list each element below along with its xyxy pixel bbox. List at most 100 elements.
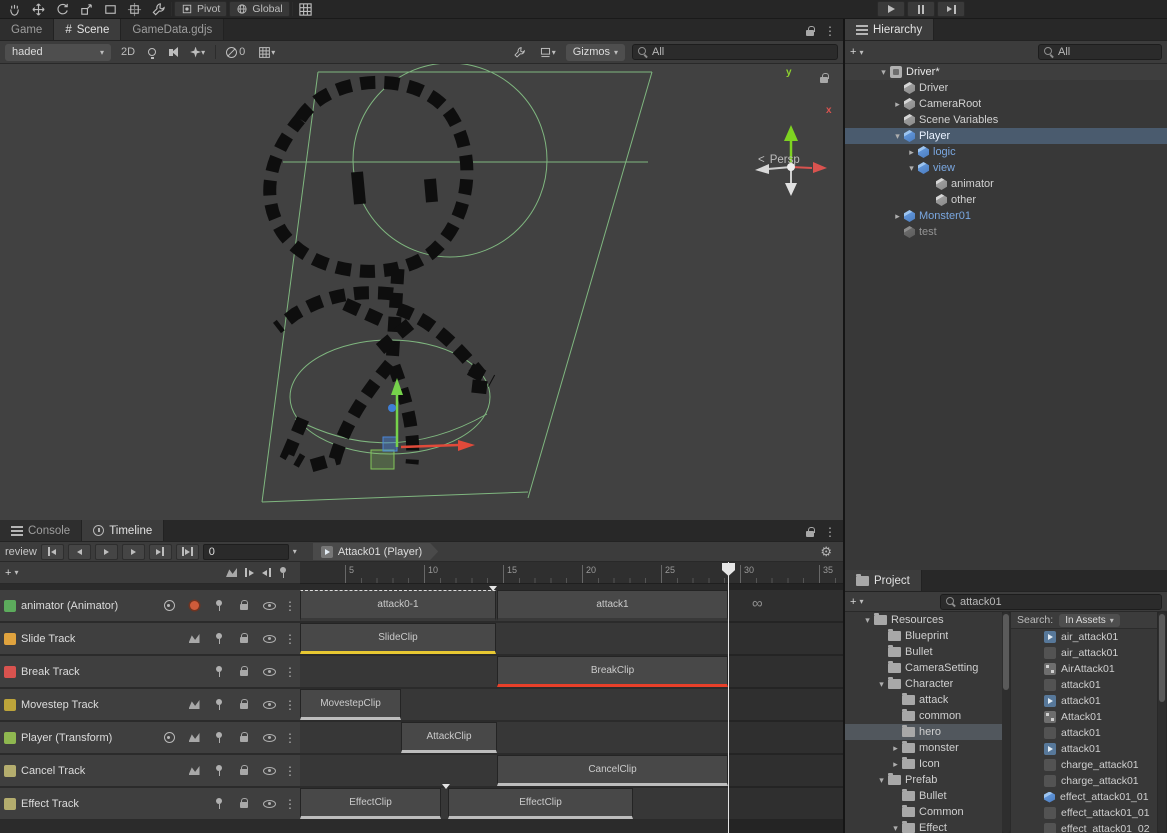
- hierarchy-item[interactable]: animator: [845, 176, 1167, 192]
- lock-icon[interactable]: [806, 26, 815, 37]
- timeline-ruler[interactable]: 5 10 15 20 25 30 35: [300, 562, 843, 584]
- expand-arrow-icon[interactable]: ▸: [905, 144, 918, 160]
- track-menu-icon[interactable]: ⋮: [284, 599, 296, 613]
- mute-eye-icon[interactable]: [263, 668, 276, 676]
- goto-start-button[interactable]: [41, 544, 64, 560]
- folder-row[interactable]: Blueprint: [845, 628, 1002, 644]
- tab-scene[interactable]: # Scene: [54, 19, 121, 40]
- effects-dropdown[interactable]: ▾: [187, 44, 208, 61]
- hidden-objects-toggle[interactable]: 0: [223, 44, 248, 61]
- pin-icon[interactable]: [215, 798, 223, 809]
- track-header-effect[interactable]: Effect Track ⋮: [0, 788, 300, 819]
- curves-view-icon[interactable]: [226, 568, 237, 577]
- track-header-break[interactable]: Break Track ⋮: [0, 656, 300, 687]
- result-row[interactable]: air_attack01: [1011, 645, 1157, 661]
- pivot-toggle[interactable]: Pivot: [174, 1, 227, 17]
- clip-movestep[interactable]: MovestepClip: [300, 689, 401, 720]
- scrollbar-thumb[interactable]: [1159, 614, 1165, 702]
- add-track-button[interactable]: +▾: [5, 567, 18, 579]
- lock-icon[interactable]: [240, 600, 249, 611]
- clip-attack1[interactable]: attack1: [497, 590, 728, 621]
- mute-eye-icon[interactable]: [263, 800, 276, 808]
- mute-eye-icon[interactable]: [263, 734, 276, 742]
- move-tool-button[interactable]: [27, 1, 49, 17]
- curves-icon[interactable]: [189, 700, 200, 709]
- clip-break[interactable]: BreakClip: [497, 656, 728, 687]
- folder-row[interactable]: common: [845, 708, 1002, 724]
- rotate-tool-button[interactable]: [51, 1, 73, 17]
- folder-row[interactable]: ▾Prefab: [845, 772, 1002, 788]
- track-menu-icon[interactable]: ⋮: [284, 698, 296, 712]
- lock-icon[interactable]: [240, 633, 249, 644]
- hierarchy-item[interactable]: ▾ view: [845, 160, 1167, 176]
- lock-icon[interactable]: [240, 765, 249, 776]
- folder-row[interactable]: ▾Resources: [845, 612, 1002, 628]
- tab-hierarchy[interactable]: Hierarchy: [845, 19, 934, 40]
- hierarchy-item[interactable]: other: [845, 192, 1167, 208]
- tab-gamedata[interactable]: GameData.gdjs: [121, 19, 224, 40]
- clip-slide[interactable]: SlideClip: [300, 623, 496, 654]
- pin-icon[interactable]: [215, 633, 223, 644]
- result-row[interactable]: attack01: [1011, 725, 1157, 741]
- frame-dropdown-icon[interactable]: ▾: [293, 547, 297, 556]
- hierarchy-search[interactable]: [1038, 44, 1162, 60]
- play-range-button[interactable]: [176, 544, 199, 560]
- view-tool-button[interactable]: [3, 1, 25, 17]
- play-button[interactable]: [877, 1, 905, 17]
- folder-row[interactable]: Common: [845, 804, 1002, 820]
- folder-row[interactable]: ▾Character: [845, 676, 1002, 692]
- clip-attack[interactable]: AttackClip: [401, 722, 497, 753]
- expand-arrow-icon[interactable]: ▾: [905, 160, 918, 176]
- pause-button[interactable]: [907, 1, 935, 17]
- result-row[interactable]: attack01: [1011, 693, 1157, 709]
- expand-arrow-icon[interactable]: ▾: [877, 64, 890, 80]
- track-header-cancel[interactable]: Cancel Track ⋮: [0, 755, 300, 786]
- audio-toggle[interactable]: [166, 44, 180, 61]
- hierarchy-search-input[interactable]: [1058, 46, 1156, 58]
- folder-row[interactable]: attack: [845, 692, 1002, 708]
- grid-snap-button[interactable]: [295, 1, 317, 17]
- hierarchy-item[interactable]: test: [845, 224, 1167, 240]
- curves-icon[interactable]: [189, 733, 200, 742]
- hierarchy-item[interactable]: Driver: [845, 80, 1167, 96]
- result-row[interactable]: Attack01: [1011, 709, 1157, 725]
- preview-toggle[interactable]: review: [5, 546, 37, 558]
- folder-row[interactable]: Bullet: [845, 644, 1002, 660]
- curves-icon[interactable]: [189, 634, 200, 643]
- expand-arrow-icon[interactable]: ▸: [889, 740, 902, 756]
- mute-eye-icon[interactable]: [263, 767, 276, 775]
- hierarchy-item[interactable]: ▸ Monster01: [845, 208, 1167, 224]
- search-scope-dropdown[interactable]: In Assets▾: [1059, 614, 1120, 627]
- clip-effect-1[interactable]: EffectClip: [300, 788, 441, 819]
- lock-icon[interactable]: [240, 798, 249, 809]
- result-row[interactable]: charge_attack01: [1011, 757, 1157, 773]
- timeline-settings-button[interactable]: ⚙: [820, 544, 832, 560]
- binding-target-icon[interactable]: [164, 600, 175, 611]
- clip-cancel[interactable]: CancelClip: [497, 755, 728, 786]
- folder-row[interactable]: ▸monster: [845, 740, 1002, 756]
- global-toggle[interactable]: Global: [229, 1, 289, 17]
- custom-tool-button[interactable]: [147, 1, 169, 17]
- expand-arrow-icon[interactable]: ▾: [875, 676, 888, 692]
- create-asset-button[interactable]: +▾: [850, 596, 863, 608]
- timeline-lanes[interactable]: attack0-1 attack1 SlideClip BreakClip Mo…: [300, 584, 843, 833]
- goto-end-button[interactable]: [149, 544, 172, 560]
- gizmo-lock-icon[interactable]: [820, 73, 829, 84]
- perspective-toggle[interactable]: < Persp: [758, 154, 800, 166]
- tab-project[interactable]: Project: [845, 570, 922, 591]
- scrollbar-thumb[interactable]: [1003, 614, 1009, 690]
- pin-icon[interactable]: [215, 765, 223, 776]
- clip-edit-mode-icon[interactable]: [245, 568, 254, 577]
- lock-icon[interactable]: [240, 732, 249, 743]
- clip-effect-2[interactable]: EffectClip: [448, 788, 633, 819]
- tab-game[interactable]: Game: [0, 19, 54, 40]
- frame-field[interactable]: 0: [203, 544, 289, 560]
- result-row[interactable]: AirAttack01: [1011, 661, 1157, 677]
- scene-tools-button[interactable]: [510, 44, 529, 61]
- expand-arrow-icon[interactable]: ▾: [891, 128, 904, 144]
- 2d-toggle[interactable]: 2D: [118, 44, 138, 61]
- mute-eye-icon[interactable]: [263, 701, 276, 709]
- result-row[interactable]: air_attack01: [1011, 629, 1157, 645]
- transform-tool-button[interactable]: [123, 1, 145, 17]
- folder-row[interactable]: Bullet: [845, 788, 1002, 804]
